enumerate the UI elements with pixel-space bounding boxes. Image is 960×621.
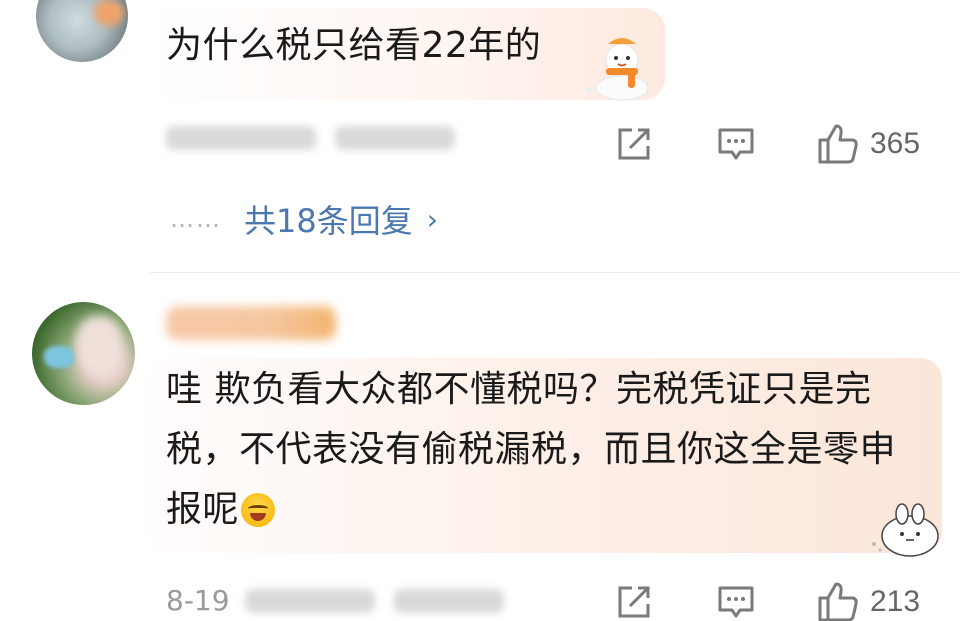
grinning-emoji-icon	[241, 493, 276, 527]
blurred-location	[335, 126, 456, 150]
thumbs-up-icon	[818, 582, 858, 621]
like-count: 213	[870, 585, 921, 618]
comment-text: 为什么税只给看22年的	[166, 25, 542, 66]
thumbs-up-icon	[818, 124, 858, 164]
comment-meta: 8-19	[166, 584, 518, 621]
snowman-sticker-icon	[586, 38, 649, 101]
reply-button[interactable]	[716, 124, 756, 164]
like-button[interactable]: 365	[816, 122, 920, 166]
share-button[interactable]	[614, 582, 654, 621]
replies-count-label: 共18条回复	[244, 202, 413, 240]
share-icon	[618, 128, 650, 160]
user-avatar[interactable]	[36, 0, 128, 62]
comment-item: 哇 欺负看大众都不懂税吗？完税凭证只是完税，不代表没有偷税漏税，而且你这全是零申…	[0, 276, 960, 621]
blurred-timestamp	[166, 126, 316, 150]
comment-timestamp: 8-19	[166, 584, 230, 617]
comment-item: 为什么税只给看22年的 365 …… 共18条回复 ›	[0, 0, 960, 270]
comment-divider	[150, 272, 960, 273]
share-icon	[618, 586, 650, 618]
like-button[interactable]: 213	[816, 580, 920, 621]
comment-icon	[718, 586, 754, 618]
share-button[interactable]	[614, 124, 654, 164]
like-count: 365	[870, 127, 921, 160]
view-replies-link[interactable]: …… 共18条回复 ›	[170, 196, 438, 242]
bunny-sticker-icon	[872, 503, 939, 557]
user-avatar[interactable]	[32, 302, 135, 405]
blurred-time	[244, 588, 375, 613]
blurred-username[interactable]	[166, 306, 336, 340]
chevron-right-icon: ›	[426, 202, 438, 236]
reply-button[interactable]	[716, 582, 756, 621]
comment-meta	[166, 126, 469, 166]
replies-dots: ……	[170, 205, 222, 233]
comment-icon	[718, 128, 754, 160]
blurred-location	[393, 588, 504, 613]
comment-text: 哇 欺负看大众都不懂税吗？完税凭证只是完税，不代表没有偷税漏税，而且你这全是零申…	[166, 369, 897, 530]
